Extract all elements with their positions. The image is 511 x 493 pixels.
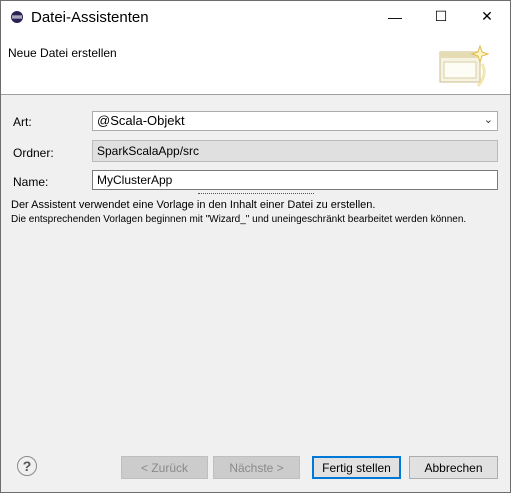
cancel-button-label: Abbrechen	[424, 460, 483, 475]
art-select-value: @Scala-Objekt	[97, 113, 185, 128]
eclipse-icon	[11, 11, 23, 23]
minimize-button[interactable]: —	[372, 1, 418, 32]
finish-button[interactable]: Fertig stellen	[312, 456, 401, 479]
banner-title: Neue Datei erstellen	[8, 46, 117, 60]
wizard-dialog: Datei-Assistenten — ☐ ✕ Neue Datei erste…	[0, 0, 511, 493]
back-button[interactable]: < Zurück	[121, 456, 208, 479]
art-select[interactable]: @Scala-Objekt ⌄	[92, 111, 498, 131]
info-text-1: Der Assistent verwendet eine Vorlage in …	[11, 199, 376, 211]
folder-field[interactable]: SparkScalaApp/src	[92, 140, 498, 162]
folder-field-value: SparkScalaApp/src	[97, 144, 200, 158]
next-button-label: Nächste >	[229, 460, 284, 475]
help-button[interactable]: ?	[17, 456, 37, 476]
next-button[interactable]: Nächste >	[213, 456, 300, 479]
help-icon: ?	[22, 458, 32, 474]
finish-button-label: Fertig stellen	[322, 460, 391, 475]
folder-label: Ordner:	[13, 146, 54, 160]
art-label: Art:	[13, 115, 32, 129]
name-input[interactable]: MyClusterApp	[92, 170, 498, 190]
name-label: Name:	[13, 175, 49, 189]
close-button[interactable]: ✕	[464, 1, 510, 32]
minimize-icon: —	[388, 8, 402, 25]
focus-dotted-line	[198, 193, 314, 194]
cancel-button[interactable]: Abbrechen	[409, 456, 498, 479]
wizard-banner: Neue Datei erstellen	[1, 32, 510, 95]
maximize-icon: ☐	[434, 8, 448, 24]
wizard-banner-icon	[439, 44, 490, 87]
close-icon: ✕	[481, 8, 493, 24]
chevron-down-icon: ⌄	[483, 114, 493, 126]
maximize-button[interactable]: ☐	[418, 1, 464, 32]
back-button-label: < Zurück	[140, 460, 188, 475]
name-input-value: MyClusterApp	[97, 173, 173, 187]
title-bar: Datei-Assistenten — ☐ ✕	[1, 1, 510, 32]
window-title: Datei-Assistenten	[31, 9, 149, 26]
info-text-2: Die entsprechenden Vorlagen beginnen mit…	[11, 214, 467, 225]
